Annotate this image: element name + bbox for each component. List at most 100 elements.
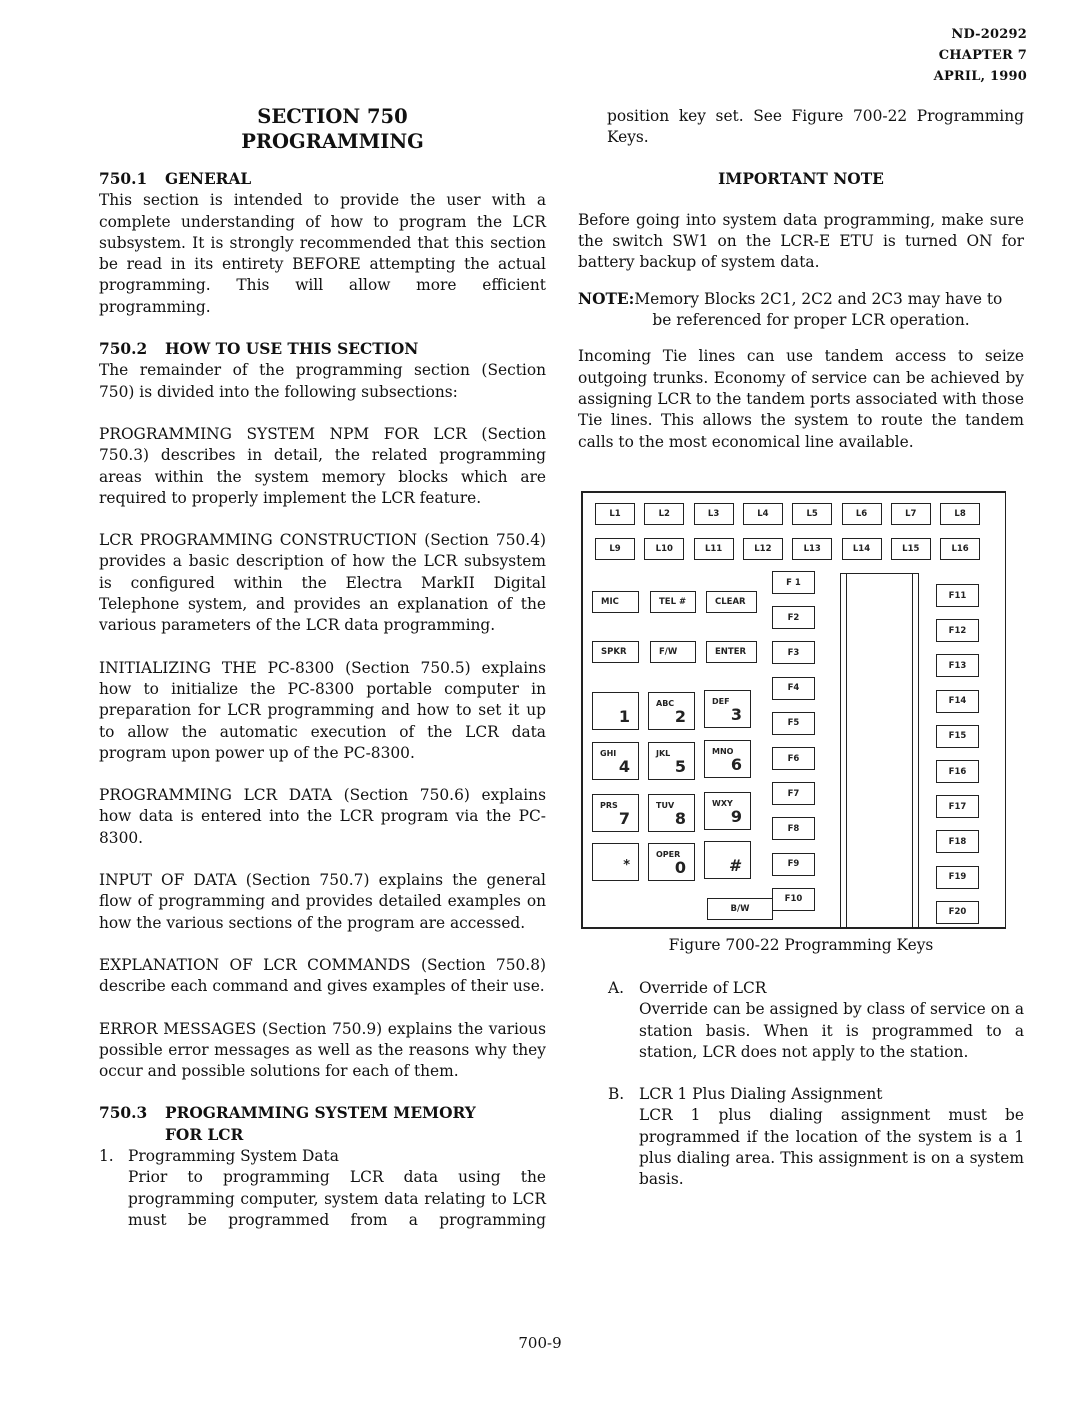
- dial-key-8[interactable]: TUV 8: [648, 794, 695, 832]
- function-key-f9[interactable]: F9: [772, 852, 815, 876]
- line-key-l10[interactable]: L10: [644, 538, 685, 560]
- how-to-use-intro: The remainder of the programming section…: [99, 361, 546, 401]
- dial-key-7[interactable]: PRS 7: [592, 794, 639, 832]
- subsection-paragraph: INITIALIZING THE PC-8300 (Section 750.5)…: [99, 658, 546, 762]
- dial-key-digit: 2: [674, 707, 686, 726]
- dial-key-letters: PRS: [600, 801, 618, 810]
- dial-key-letters: ABC: [656, 699, 675, 708]
- dial-key-9[interactable]: WXY 9: [704, 792, 751, 830]
- function-key-f7[interactable]: F7: [772, 782, 815, 806]
- line-key-l15-label: L15: [902, 544, 920, 554]
- list-item-body: Override can be assigned by class of ser…: [639, 1000, 1024, 1061]
- dial-key-digit: 1: [618, 707, 630, 726]
- line-key-l12-label: L12: [754, 544, 772, 554]
- function-key-f5[interactable]: F5: [772, 711, 815, 735]
- spkr-key-label: SPKR: [601, 647, 627, 657]
- line-key-l6[interactable]: L6: [841, 503, 882, 525]
- line-key-l12[interactable]: L12: [742, 538, 783, 560]
- dial-key-6[interactable]: MNO 6: [704, 740, 751, 778]
- function-key-f20[interactable]: F20: [936, 900, 979, 924]
- function-key-f17[interactable]: F17: [936, 795, 979, 819]
- dial-key-digit: 7: [618, 809, 630, 828]
- function-key-f12[interactable]: F12: [936, 619, 979, 643]
- function-key-f14-label: F14: [948, 696, 967, 707]
- line-key-l15[interactable]: L15: [890, 538, 931, 560]
- function-key-f8[interactable]: F8: [772, 817, 815, 841]
- function-key-f2[interactable]: F2: [772, 606, 815, 630]
- function-key-f3[interactable]: F3: [772, 641, 815, 665]
- numbered-item: 1. Programming System Data Prior to prog…: [99, 1146, 546, 1231]
- function-key-f6-label: F6: [787, 753, 800, 764]
- line-key-l13[interactable]: L13: [792, 538, 833, 560]
- display-panel: [840, 573, 919, 928]
- dial-key-0[interactable]: OPER 0: [648, 843, 695, 881]
- line-key-l14[interactable]: L14: [841, 538, 882, 560]
- item-number: 1.: [99, 1146, 114, 1165]
- function-key-f4[interactable]: F4: [772, 676, 815, 700]
- clear-key-label: CLEAR: [715, 597, 746, 607]
- heading-750-3-line2: FOR LCR: [165, 1125, 244, 1144]
- dial-key-digit: 6: [730, 755, 742, 774]
- list-item-a: A. Override of LCR Override can be assig…: [608, 978, 1024, 1063]
- function-key-f-1[interactable]: F 1: [772, 571, 815, 594]
- line-key-l1[interactable]: L1: [595, 503, 635, 525]
- item-body: Prior to programming LCR data using the …: [128, 1168, 546, 1229]
- tel-key[interactable]: TEL #: [650, 591, 696, 613]
- dial-key-3[interactable]: DEF 3: [704, 690, 751, 728]
- function-key-f15[interactable]: F15: [936, 724, 979, 748]
- clear-key[interactable]: CLEAR: [706, 591, 757, 613]
- document-header: ND-20292 CHAPTER 7 APRIL, 1990: [934, 24, 1027, 87]
- line-key-l9[interactable]: L9: [595, 538, 635, 560]
- dial-key-pound[interactable]: #: [704, 841, 751, 879]
- function-key-f14[interactable]: F14: [936, 689, 979, 713]
- line-key-l9-label: L9: [609, 544, 621, 554]
- line-key-l2[interactable]: L2: [644, 503, 685, 525]
- line-key-l5[interactable]: L5: [792, 503, 833, 525]
- line-key-l7-label: L7: [905, 509, 917, 519]
- dial-key-letters: TUV: [656, 801, 675, 810]
- function-key-f11[interactable]: F11: [936, 584, 979, 607]
- figure-caption: Figure 700-22 Programming Keys: [668, 936, 934, 954]
- enter-key[interactable]: ENTER: [706, 641, 757, 663]
- bw-key[interactable]: B/W: [707, 898, 773, 920]
- dial-key-star[interactable]: *: [592, 843, 639, 881]
- function-key-f7-label: F7: [787, 788, 800, 799]
- list-item-b: B. LCR 1 Plus Dialing Assignment LCR 1 p…: [608, 1084, 1024, 1190]
- dial-key-letters: GHI: [600, 749, 617, 758]
- general-paragraph: This section is intended to provide the …: [99, 191, 546, 316]
- right-column: position key set. See Figure 700-22 Prog…: [578, 106, 1024, 453]
- line-key-l11[interactable]: L11: [693, 538, 734, 560]
- function-key-f4-label: F4: [787, 683, 800, 694]
- subsection-paragraph: INPUT OF DATA (Section 750.7) explains t…: [99, 871, 546, 932]
- page-number: 700-9: [518, 1334, 562, 1352]
- function-key-f13-label: F13: [948, 660, 967, 671]
- function-key-f10[interactable]: F10: [772, 887, 815, 911]
- line-key-l4[interactable]: L4: [742, 503, 783, 525]
- dial-key-digit: 0: [674, 858, 686, 877]
- line-key-l3[interactable]: L3: [693, 503, 734, 525]
- spkr-key[interactable]: SPKR: [592, 641, 639, 663]
- function-key-f10-label: F10: [784, 894, 803, 905]
- mic-key[interactable]: MIC: [592, 591, 639, 613]
- item-title: Programming System Data: [128, 1146, 339, 1165]
- line-key-l8[interactable]: L8: [940, 503, 981, 525]
- line-key-l7[interactable]: L7: [890, 503, 931, 525]
- function-key-f19[interactable]: F19: [936, 865, 979, 889]
- dial-key-5[interactable]: JKL 5: [648, 742, 695, 780]
- function-key-f16[interactable]: F16: [936, 760, 979, 783]
- line-key-l4-label: L4: [757, 509, 769, 519]
- line-key-l11-label: L11: [704, 544, 723, 554]
- function-key-f12-label: F12: [948, 625, 967, 636]
- dial-key-1[interactable]: 1: [592, 692, 639, 730]
- function-key-f6[interactable]: F6: [772, 747, 815, 770]
- function-key-f18[interactable]: F18: [936, 830, 979, 854]
- line-key-l16[interactable]: L16: [940, 538, 981, 560]
- heading-750-3: 750.3 PROGRAMMING SYSTEM MEMORY: [99, 1104, 476, 1123]
- f-w-key[interactable]: F/W: [650, 641, 696, 663]
- line-key-l1-label: L1: [609, 509, 621, 519]
- dial-key-2[interactable]: ABC 2: [648, 692, 695, 730]
- function-key-f8-label: F8: [787, 823, 800, 834]
- list-item-body: LCR 1 plus dialing assignment must be pr…: [639, 1106, 1024, 1189]
- function-key-f13[interactable]: F13: [936, 654, 979, 678]
- dial-key-4[interactable]: GHI 4: [592, 742, 639, 780]
